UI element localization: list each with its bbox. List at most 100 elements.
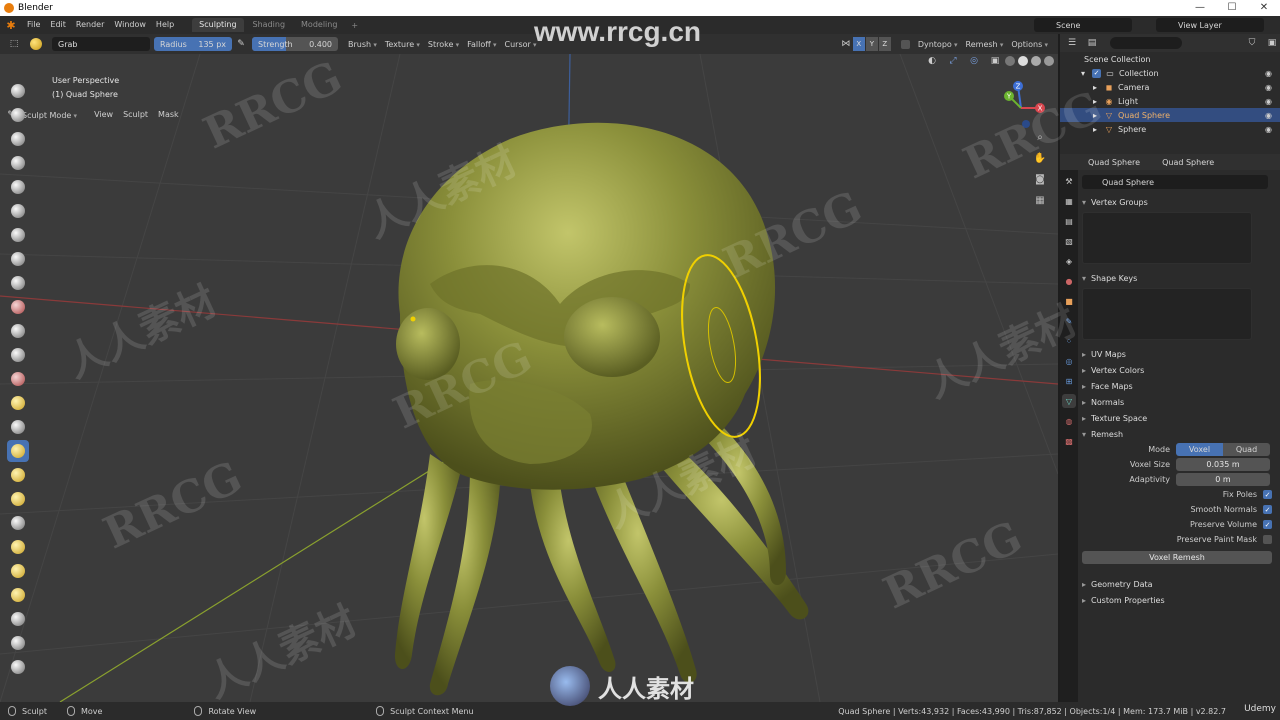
panel-geometry-data[interactable]: Geometry Data [1082, 576, 1280, 592]
expand-icon[interactable]: ▸ [1090, 96, 1100, 106]
physics-tab-icon[interactable]: ◎ [1062, 354, 1076, 368]
shading-wireframe-icon[interactable] [1005, 56, 1015, 66]
mode-quad-button[interactable]: Quad [1223, 443, 1270, 456]
pinch-tool-icon[interactable] [7, 368, 29, 390]
xray-icon[interactable]: ▣ [988, 54, 1002, 69]
blob-tool-icon[interactable] [7, 224, 29, 246]
mask-tool-icon[interactable] [7, 608, 29, 630]
fill-tool-icon[interactable] [7, 320, 29, 342]
strength-field[interactable]: Strength 0.400 [252, 37, 338, 51]
tab-sculpting[interactable]: Sculpting [192, 18, 244, 32]
close-icon[interactable]: ✕ [1248, 0, 1280, 16]
world-tab-icon[interactable]: ● [1062, 274, 1076, 288]
navigation-gizmo[interactable]: Z Y X [996, 78, 1046, 134]
adaptivity-field[interactable]: 0 m [1176, 473, 1270, 486]
mode-voxel-button[interactable]: Voxel [1176, 443, 1223, 456]
voxel-remesh-button[interactable]: Voxel Remesh [1082, 551, 1272, 564]
editor-type-icon[interactable]: ⬚ [4, 36, 24, 52]
camera-view-icon[interactable]: ◙ [1032, 174, 1048, 190]
perspective-grid-icon[interactable]: ▦ [1032, 195, 1048, 211]
menu-edit[interactable]: Edit [45, 16, 71, 34]
thumb-tool-icon[interactable] [7, 464, 29, 486]
eye-icon[interactable]: ◉ [1265, 69, 1272, 78]
axis-y-toggle[interactable]: Y [865, 37, 878, 51]
scrape-tool-icon[interactable] [7, 344, 29, 366]
nudge-tool-icon[interactable] [7, 512, 29, 534]
tool-tab-icon[interactable]: ⚒ [1062, 174, 1076, 188]
zoom-icon[interactable]: ⌕ [1032, 132, 1048, 148]
blender-menu-icon[interactable]: ✱ [0, 16, 22, 34]
mesh-name-field[interactable]: Quad Sphere [1082, 175, 1268, 189]
panel-face-maps[interactable]: Face Maps [1082, 378, 1280, 394]
panel-texture-space[interactable]: Texture Space [1082, 410, 1280, 426]
panel-shape-keys[interactable]: Shape Keys [1082, 270, 1280, 286]
material-tab-icon[interactable]: ◍ [1062, 414, 1076, 428]
menu-help[interactable]: Help [151, 16, 179, 34]
panel-uv-maps[interactable]: UV Maps [1082, 346, 1280, 362]
collection-checkbox[interactable]: ✓ [1092, 68, 1101, 78]
eye-icon[interactable]: ◉ [1265, 125, 1272, 134]
overlay-toggle-icon[interactable]: ◎ [967, 54, 981, 69]
options-menu[interactable]: Options [1007, 40, 1052, 49]
outliner-item-quad-sphere[interactable]: ▸ ▽ Quad Sphere ◉ [1060, 108, 1280, 122]
expand-icon[interactable]: ▾ [1078, 68, 1088, 78]
outliner-item-camera[interactable]: ▸ ◼ Camera ◉ [1060, 80, 1280, 94]
outliner-scene-collection[interactable]: Scene Collection [1060, 52, 1280, 66]
menu-sculpt[interactable]: Sculpt [118, 106, 153, 124]
crease-tool-icon[interactable] [7, 248, 29, 270]
simplify-tool-icon[interactable] [7, 584, 29, 606]
menu-view[interactable]: View [89, 106, 118, 124]
annotate-tool-icon[interactable] [7, 656, 29, 678]
dyntopo-menu[interactable]: Dyntopo [914, 40, 962, 49]
preserve-paint-mask-checkbox[interactable] [1263, 535, 1272, 544]
shape-keys-list[interactable] [1082, 288, 1252, 340]
radius-field[interactable]: Radius 135 px [154, 37, 232, 51]
stroke-menu[interactable]: Stroke [424, 40, 463, 49]
constraints-tab-icon[interactable]: ⊞ [1062, 374, 1076, 388]
box-mask-tool-icon[interactable] [7, 632, 29, 654]
preserve-volume-checkbox[interactable]: ✓ [1263, 520, 1272, 529]
remesh-mode-switch[interactable]: Voxel Quad [1176, 443, 1270, 456]
eye-icon[interactable]: ◉ [1265, 83, 1272, 92]
outliner-editor-icon[interactable]: ☰ [1064, 35, 1080, 51]
rotate-tool-icon[interactable] [7, 536, 29, 558]
brush-menu[interactable]: Brush [344, 40, 381, 49]
panel-remesh[interactable]: Remesh [1082, 426, 1280, 442]
outliner-item-light[interactable]: ▸ ◉ Light ◉ [1060, 94, 1280, 108]
particles-tab-icon[interactable]: ⁘ [1062, 334, 1076, 348]
slide-relax-tool-icon[interactable] [7, 560, 29, 582]
expand-icon[interactable]: ▸ [1090, 124, 1100, 134]
object-tab-icon[interactable]: ■ [1062, 294, 1076, 308]
display-mode-icon[interactable]: ▤ [1084, 35, 1100, 51]
output-tab-icon[interactable]: ▤ [1062, 214, 1076, 228]
panel-vertex-groups[interactable]: Vertex Groups [1082, 194, 1280, 210]
pan-hand-icon[interactable]: ✋ [1032, 153, 1048, 169]
voxel-size-field[interactable]: 0.035 m [1176, 458, 1270, 471]
tab-shading[interactable]: Shading [246, 18, 293, 32]
gizmo-toggle-icon[interactable]: ⤢ [946, 54, 960, 69]
mesh-data-tab-icon[interactable]: ▽ [1062, 394, 1076, 408]
pose-tool-icon[interactable] [7, 488, 29, 510]
grab-tool-icon[interactable] [7, 440, 29, 462]
menu-window[interactable]: Window [109, 16, 151, 34]
new-collection-icon[interactable]: ▣ [1264, 35, 1280, 51]
texture-menu[interactable]: Texture [381, 40, 424, 49]
smooth-tool-icon[interactable] [7, 272, 29, 294]
view-layer-tab-icon[interactable]: ▧ [1062, 234, 1076, 248]
layer-tool-icon[interactable] [7, 176, 29, 198]
panel-vertex-colors[interactable]: Vertex Colors [1082, 362, 1280, 378]
view-layer-selector[interactable]: View Layer [1156, 18, 1264, 32]
panel-custom-properties[interactable]: Custom Properties [1082, 592, 1280, 608]
shading-rendered-icon[interactable] [1044, 56, 1054, 66]
axis-z-toggle[interactable]: Z [878, 37, 891, 51]
outliner-item-sphere[interactable]: ▸ ▽ Sphere ◉ [1060, 122, 1280, 136]
outliner-collection[interactable]: ▾ ✓ ▭ Collection ◉ [1060, 66, 1280, 80]
brush-selector[interactable]: Grab [52, 37, 150, 51]
scene-tab-icon[interactable]: ◈ [1062, 254, 1076, 268]
menu-mask[interactable]: Mask [153, 106, 184, 124]
remesh-menu[interactable]: Remesh [962, 40, 1008, 49]
dyntopo-checkbox[interactable] [900, 39, 910, 49]
minimize-icon[interactable]: — [1184, 0, 1216, 16]
cursor-menu[interactable]: Cursor [501, 40, 541, 49]
3d-viewport[interactable]: ✎ Sculpt Mode View Sculpt Mask ◐ ⤢ ◎ ▣ U… [0, 54, 1058, 702]
